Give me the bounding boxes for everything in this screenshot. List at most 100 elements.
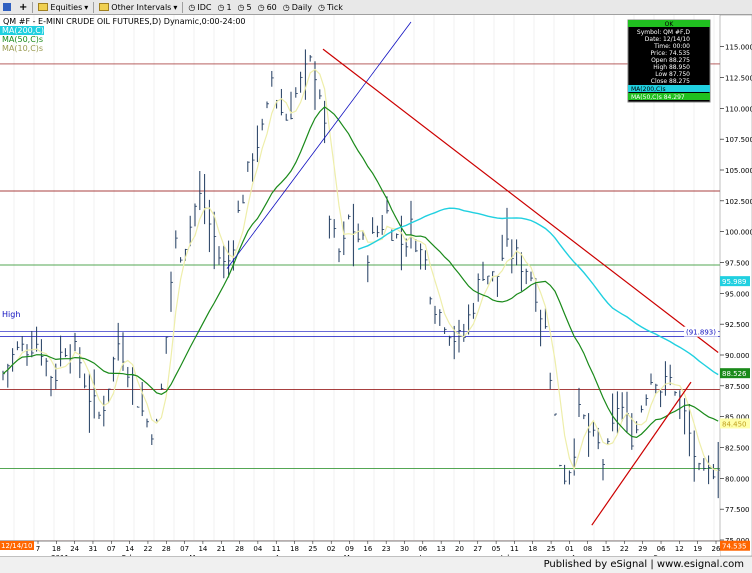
interval-5-label: 5 [246,2,252,12]
interval-5-button[interactable]: ◷ 5 [235,0,255,14]
footer: Published by eSignal | www.esignal.com [0,556,752,573]
dw-time: Time: 00:00 [653,43,690,50]
y-tick-label: 115.000 [725,44,752,52]
dw-open: Open 88.275 [651,57,690,64]
toolbar: + Equities ▾ Other Intervals ▾ ◷ IDC ◷ 1 ◷ 5 … [0,0,752,15]
chart-icon[interactable] [0,0,16,14]
interval-idc-button[interactable]: ◷ IDC [185,0,214,14]
other-intervals-label: Other Intervals [111,2,172,12]
y-tick-label: 102.500 [725,198,752,206]
x-tick-label: 29 [638,545,647,553]
x-tick-label: 19 [693,545,702,553]
dw-low: Low 87.750 [655,71,690,78]
y-tick-label: 80.000 [725,475,750,483]
toolbar-divider [93,1,95,13]
dw-high: High 88.950 [653,64,690,71]
clock-icon: ◷ [257,2,265,12]
high-label: High [2,310,20,319]
y-tick-label: 95.000 [725,290,750,298]
ma200-legend: MA(200,C)s [2,26,48,35]
x-tick-label: 06 [418,545,427,553]
x-tick-label: 25 [547,545,556,553]
data-window: OK Symbol: QM #F,D Date: 12/14/10 Time: … [627,19,711,103]
x-tick-label: 05 [492,545,501,553]
footer-text: Published by eSignal | www.esignal.com [543,559,744,570]
interval-60-button[interactable]: ◷ 60 [255,0,280,14]
price-tag-label: 95.989 [722,278,747,286]
x-tick-label: 14 [125,545,134,553]
y-tick-label: 87.500 [725,383,750,391]
price-tag-label: (91.893) [686,329,716,337]
x-tick-label: 14 [198,545,207,553]
dw-price: Price: 74.535 [650,50,690,57]
x-tick-label: 28 [235,545,244,553]
dw-ma50: MA(50,C)s 84.297 [631,94,685,101]
clock-icon: ◷ [237,2,245,12]
y-tick-label: 112.500 [725,75,752,83]
y-tick-label: 100.000 [725,229,752,237]
dw-symbol: Symbol: QM #F,D [637,29,690,36]
x-tick-label: 07 [180,545,189,553]
y-tick-label: 92.500 [725,321,750,329]
interval-daily-button[interactable]: ◷ Daily [280,0,315,14]
y-tick-label: 77.500 [725,506,750,514]
ma50-legend: MA(50,C)s [2,35,43,44]
x-tick-label: 26 [712,545,721,553]
dw-ma200: MA(200,C)s [631,86,666,93]
x-axis: 12/14/10 7 18 24 31 07 14 22 28 07 14 21 28 04 11 18 25 0… [0,540,721,556]
y-tick-label: 107.500 [725,136,752,144]
y-tick-label: 82.500 [725,445,750,453]
toolbar-divider [182,1,184,13]
x-tick-label: 18 [52,545,61,553]
x-tick-label: 11 [272,545,281,553]
x-tick-label: 13 [437,545,446,553]
x-tick-label: 01 [565,545,574,553]
x-tick-label: 16 [363,545,372,553]
interval-60-label: 60 [266,2,277,12]
data-window-header: OK [665,21,675,28]
clock-icon: ◷ [318,2,325,12]
x-tick-label: 31 [89,545,98,553]
x-tick-label: 7 [36,545,40,553]
x-tick-label: 02 [327,545,336,553]
idc-label: IDC [197,2,212,12]
y-tick-label: 97.500 [725,260,750,268]
other-intervals-menu[interactable]: Other Intervals ▾ [96,0,180,14]
x-tick-label: 24 [70,545,79,553]
x-tick-label: 18 [528,545,537,553]
y-tick-label: 105.000 [725,167,752,175]
x-corner-label: 12/14/10 [1,542,32,550]
price-tag-label: 74.535 [722,543,747,551]
clock-icon: ◷ [188,2,196,12]
new-window-icon[interactable]: + [16,0,30,14]
x-tick-label: 23 [382,545,391,553]
x-tick-label: 20 [455,545,464,553]
dw-date: Date: 12/14/10 [645,36,690,43]
price-tag-label: 84.450 [722,420,747,428]
chart-title: QM #F - E-MINI CRUDE OIL FUTURES,D) Dyna… [3,17,246,26]
x-tick-label: 22 [620,545,629,553]
equities-label: Equities [50,2,83,12]
interval-tick-label: Tick [327,2,343,12]
x-tick-label: 11 [510,545,519,553]
dw-close: Close 88.275 [651,78,690,85]
x-tick-label: 22 [143,545,152,553]
y-tick-label: 110.000 [725,105,752,113]
x-tick-label: 08 [583,545,592,553]
x-tick-label: 28 [162,545,171,553]
x-tick-label: 27 [473,545,482,553]
chevron-down-icon: ▾ [84,2,89,12]
x-tick-label: 21 [217,545,226,553]
toolbar-divider [32,1,34,13]
x-tick-label: 18 [290,545,299,553]
clock-icon: ◷ [217,2,225,12]
interval-1-button[interactable]: ◷ 1 [214,0,234,14]
x-tick-label: 12 [675,545,684,553]
equities-menu[interactable]: Equities ▾ [35,0,91,14]
interval-tick-button[interactable]: ◷ Tick [315,0,346,14]
interval-1-label: 1 [226,2,232,12]
x-tick-label: 09 [345,545,354,553]
chevron-down-icon: ▾ [173,2,178,12]
price-chart[interactable]: 115.000 112.500 110.000 107.500 105.000 102.5… [0,15,752,556]
x-tick-label: 15 [602,545,611,553]
